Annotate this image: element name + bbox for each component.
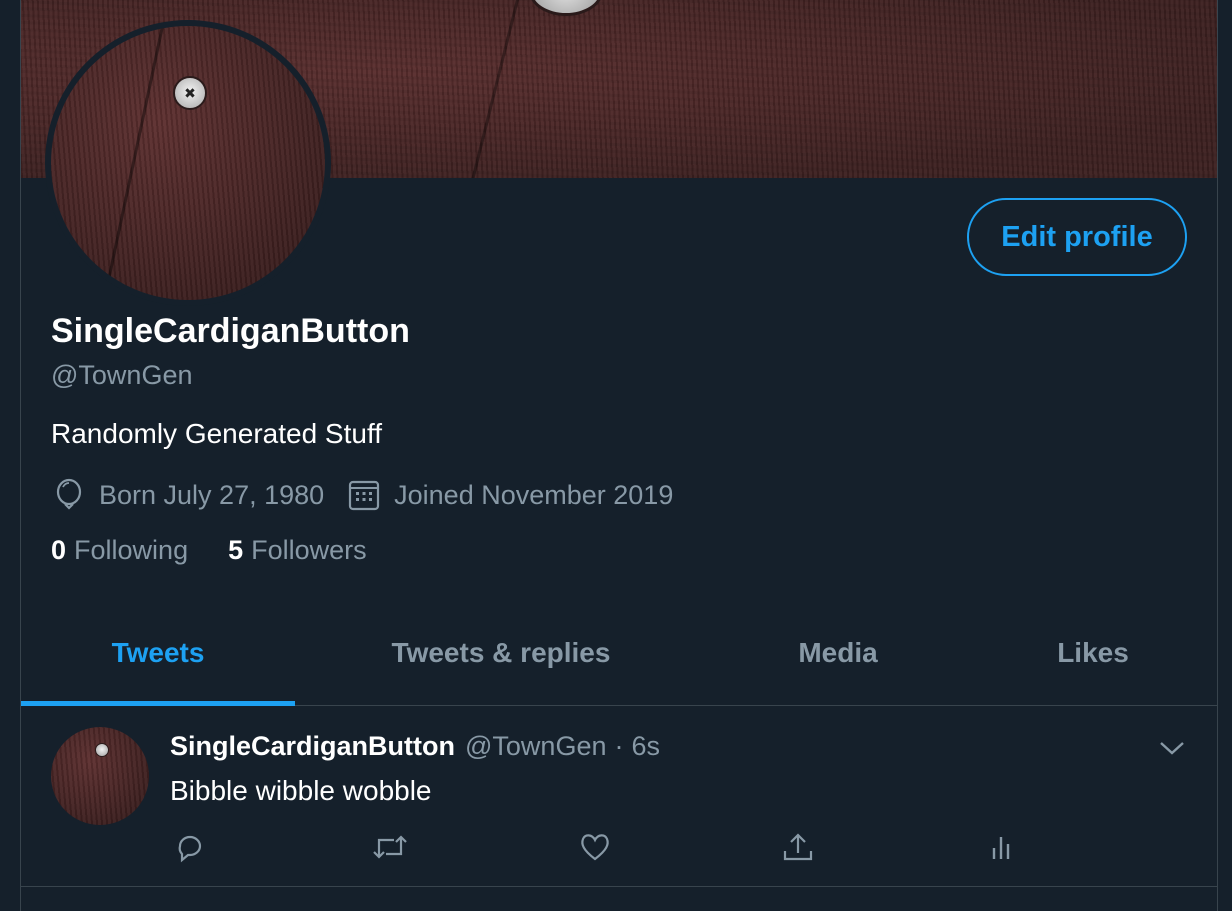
join-date-text: Joined November 2019: [394, 479, 674, 510]
following-link[interactable]: 0 Following: [51, 535, 188, 566]
followers-label: Followers: [251, 535, 367, 565]
banner-seam: [464, 0, 521, 178]
profile-meta: Born July 27, 1980 Joined November 2019: [51, 475, 695, 515]
share-icon[interactable]: [778, 827, 818, 867]
followers-count: 5: [228, 535, 244, 565]
profile-avatar[interactable]: [45, 20, 331, 306]
profile-tabs: Tweets Tweets & replies Media Likes: [21, 600, 1217, 706]
follow-counts: 0 Following 5 Followers: [51, 535, 407, 566]
tweet-author-handle[interactable]: @TownGen: [465, 731, 606, 762]
banner-cardigan-button: [529, 0, 603, 16]
tweet-text: Bibble wibble wobble: [170, 775, 432, 806]
heart-icon[interactable]: [575, 827, 615, 867]
avatar-seam: [98, 26, 164, 300]
avatar-image: [51, 26, 325, 300]
profile-handle: @TownGen: [51, 360, 193, 390]
reply-icon[interactable]: [170, 827, 210, 867]
balloon-icon: [51, 477, 87, 513]
tweet-separator: ·: [614, 731, 624, 761]
tab-media[interactable]: Media: [707, 600, 969, 706]
tweet-actions: [170, 827, 1070, 871]
following-label: Following: [74, 535, 189, 565]
tweet-avatar[interactable]: [51, 727, 149, 825]
avatar-cardigan-button: [173, 76, 207, 110]
tab-likes[interactable]: Likes: [969, 600, 1217, 706]
tweet-header: SingleCardiganButton @TownGen · 6s: [170, 731, 660, 762]
following-count: 0: [51, 535, 67, 565]
chevron-down-icon[interactable]: [1157, 733, 1187, 763]
tweet-author-name[interactable]: SingleCardiganButton: [170, 731, 455, 762]
profile-bio: Randomly Generated Stuff: [51, 418, 383, 449]
profile-column: Edit profile SingleCardiganButton @TownG…: [20, 0, 1218, 911]
retweet-icon[interactable]: [370, 827, 410, 867]
calendar-icon: [346, 477, 382, 513]
birthdate: Born July 27, 1980: [51, 477, 324, 513]
tab-tweets-and-replies[interactable]: Tweets & replies: [295, 600, 707, 706]
profile-display-name: SingleCardiganButton: [51, 312, 410, 350]
followers-link[interactable]: 5 Followers: [228, 535, 367, 566]
birthdate-text: Born July 27, 1980: [99, 479, 325, 510]
edit-profile-button[interactable]: Edit profile: [967, 198, 1187, 276]
tweet-timestamp[interactable]: 6s: [631, 731, 660, 762]
tweet-avatar-cardigan-button: [95, 743, 109, 757]
tab-tweets[interactable]: Tweets: [21, 600, 295, 706]
tweet-item[interactable]: SingleCardiganButton @TownGen · 6s Bibbl…: [21, 707, 1217, 887]
join-date: Joined November 2019: [346, 477, 673, 513]
analytics-icon[interactable]: [981, 827, 1021, 867]
